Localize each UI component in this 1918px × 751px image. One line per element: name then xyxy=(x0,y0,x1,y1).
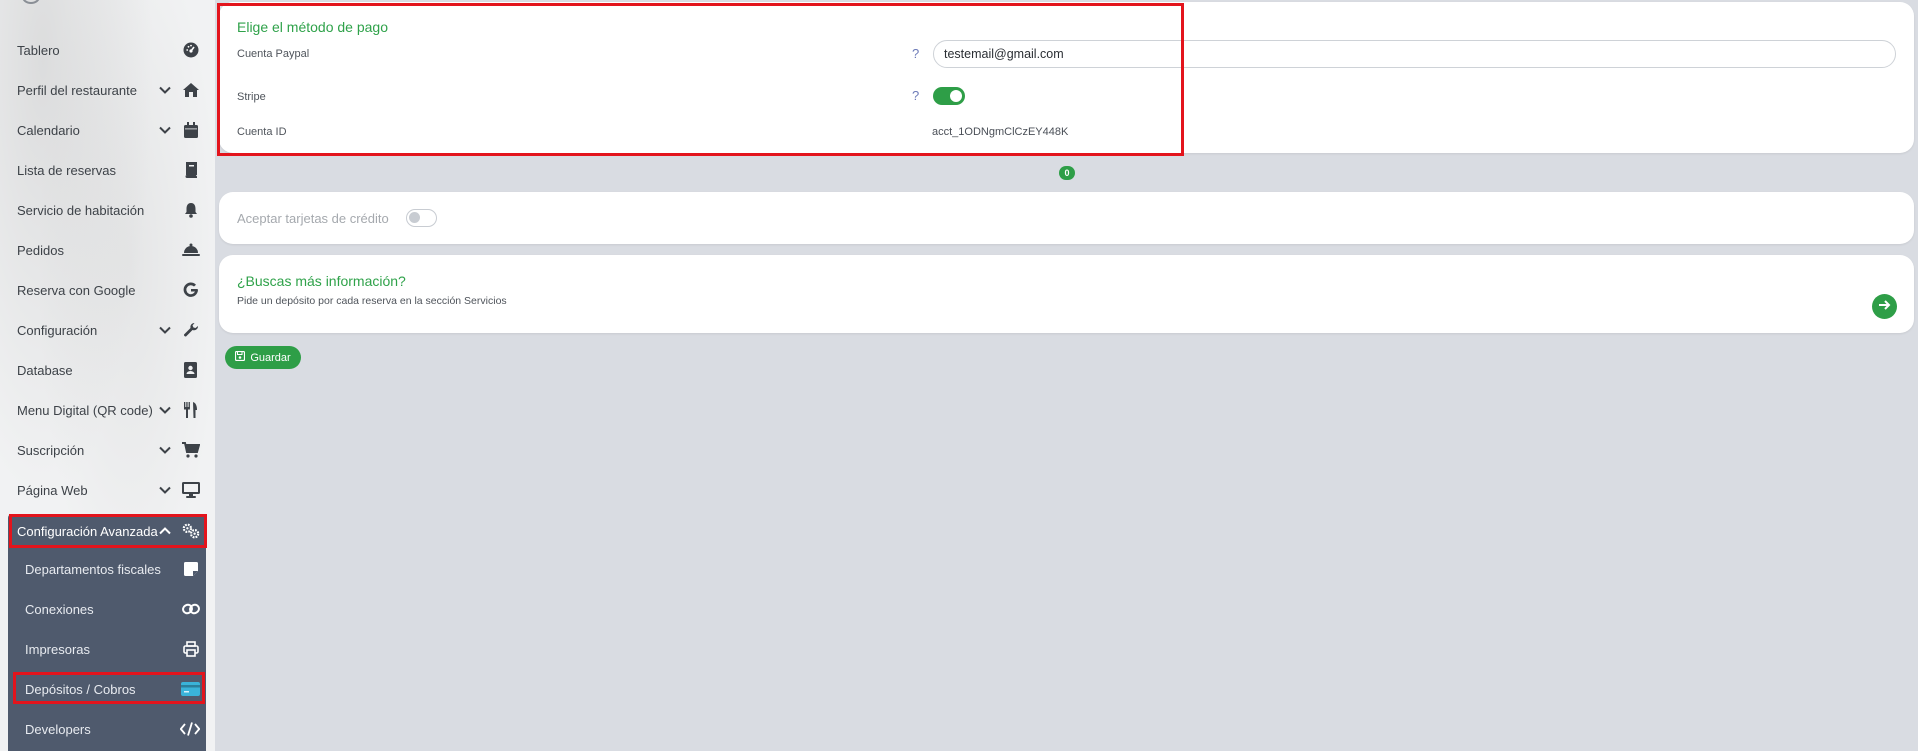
sidebar-subitem-departamentos-fiscales[interactable]: Departamentos fiscales xyxy=(8,552,206,586)
sidebar-item-label: Database xyxy=(17,362,73,378)
sidebar-subitem-developers[interactable]: Developers xyxy=(8,712,206,746)
chevron-up-icon xyxy=(158,524,172,538)
sidebar-item-label: Developers xyxy=(25,721,91,737)
info-card xyxy=(219,255,1914,333)
sidebar-item-perfil[interactable]: Perfil del restaurante xyxy=(8,73,206,107)
credit-card-icon xyxy=(180,680,200,698)
count-badge: 0 xyxy=(1059,166,1075,180)
sidebar-item-pagina-web[interactable]: Página Web xyxy=(8,473,206,507)
sidebar-item-lista-reservas[interactable]: Lista de reservas xyxy=(8,153,206,187)
sidebar-item-label: Página Web xyxy=(17,482,88,498)
save-icon xyxy=(235,350,246,364)
chevron-down-icon xyxy=(158,443,172,457)
sidebar-item-label: Impresoras xyxy=(25,641,91,657)
credit-cards-label: Aceptar tarjetas de crédito xyxy=(237,211,389,226)
info-title: ¿Buscas más información? xyxy=(237,273,406,289)
link-icon xyxy=(182,600,200,618)
utensils-icon xyxy=(182,401,200,419)
sidebar-item-pedidos[interactable]: Pedidos xyxy=(8,233,206,267)
sidebar-item-label: Configuración Avanzada xyxy=(17,523,158,539)
sidebar-item-menu-digital[interactable]: Menu Digital (QR code) xyxy=(8,393,206,427)
credit-cards-card xyxy=(219,192,1914,244)
chevron-down-icon xyxy=(158,123,172,137)
sidebar-item-tablero[interactable]: Tablero xyxy=(8,33,206,67)
help-icon[interactable]: ? xyxy=(912,46,919,61)
arrow-right-icon xyxy=(1878,298,1891,316)
payment-method-title: Elige el método de pago xyxy=(237,19,388,35)
sidebar-item-configuracion-avanzada[interactable]: Configuración Avanzada xyxy=(8,514,206,548)
sidebar-item-calendario[interactable]: Calendario xyxy=(8,113,206,147)
address-book-icon xyxy=(182,361,200,379)
sidebar-item-label: Perfil del restaurante xyxy=(17,82,137,98)
save-label: Guardar xyxy=(250,351,291,364)
sticky-note-icon xyxy=(182,560,200,578)
sidebar-item-label: Conexiones xyxy=(25,601,94,617)
arrow-right-button[interactable] xyxy=(1872,294,1897,319)
sidebar-item-label: Servicio de habitación xyxy=(17,202,145,218)
chevron-down-icon xyxy=(158,323,172,337)
sidebar-item-database[interactable]: Database xyxy=(8,353,206,387)
sidebar-item-label: Suscripción xyxy=(17,442,85,458)
chevron-down-icon xyxy=(158,403,172,417)
code-icon xyxy=(180,720,200,738)
help-icon[interactable]: ? xyxy=(912,88,919,103)
sidebar-item-configuracion[interactable]: Configuración xyxy=(8,313,206,347)
gears-icon xyxy=(182,522,200,540)
sidebar: Tablero Perfil del restaurante Calendari… xyxy=(0,0,215,751)
sidebar-subitem-depositos-cobros[interactable]: Depósitos / Cobros xyxy=(8,672,206,706)
info-text: Pide un depósito por cada reserva en la … xyxy=(237,295,507,307)
sidebar-item-label: Pedidos xyxy=(17,242,64,258)
sidebar-subitem-impresoras[interactable]: Impresoras xyxy=(8,632,206,666)
sidebar-item-reserva-google[interactable]: Reserva con Google xyxy=(8,273,206,307)
save-button[interactable]: Guardar xyxy=(225,346,301,369)
sidebar-item-label: Tablero xyxy=(17,42,60,58)
paypal-label: Cuenta Paypal xyxy=(237,48,310,60)
sidebar-item-label: Departamentos fiscales xyxy=(25,561,161,577)
chevron-down-icon xyxy=(158,83,172,97)
credit-cards-toggle[interactable] xyxy=(406,209,437,227)
sidebar-subitem-conexiones[interactable]: Conexiones xyxy=(8,592,206,626)
sidebar-item-label: Calendario xyxy=(17,122,80,138)
logo xyxy=(22,0,40,4)
book-icon xyxy=(182,161,200,179)
monitor-icon xyxy=(182,481,200,499)
sidebar-item-label: Menu Digital (QR code) xyxy=(17,402,153,418)
stripe-label: Stripe xyxy=(237,91,266,103)
wrench-icon xyxy=(182,321,200,339)
sidebar-item-label: Reserva con Google xyxy=(17,282,136,298)
bell-icon xyxy=(182,201,200,219)
printer-icon xyxy=(182,640,200,658)
sidebar-item-label: Configuración xyxy=(17,322,98,338)
paypal-email-input[interactable] xyxy=(933,40,1896,68)
account-id-label: Cuenta ID xyxy=(237,126,287,138)
sidebar-item-suscripcion[interactable]: Suscripción xyxy=(8,433,206,467)
sidebar-item-servicio-habitacion[interactable]: Servicio de habitación xyxy=(8,193,206,227)
stripe-toggle[interactable] xyxy=(933,87,965,105)
calendar-icon xyxy=(182,121,200,139)
account-id-value: acct_1ODNgmClCzEY448K xyxy=(932,126,1069,138)
home-icon xyxy=(182,81,200,99)
sidebar-item-label: Lista de reservas xyxy=(17,162,116,178)
dashboard-icon xyxy=(182,41,200,59)
chevron-down-icon xyxy=(158,483,172,497)
sidebar-item-label: Depósitos / Cobros xyxy=(25,681,136,697)
google-icon xyxy=(182,281,200,299)
cart-icon xyxy=(182,441,200,459)
cloche-icon xyxy=(182,241,200,259)
